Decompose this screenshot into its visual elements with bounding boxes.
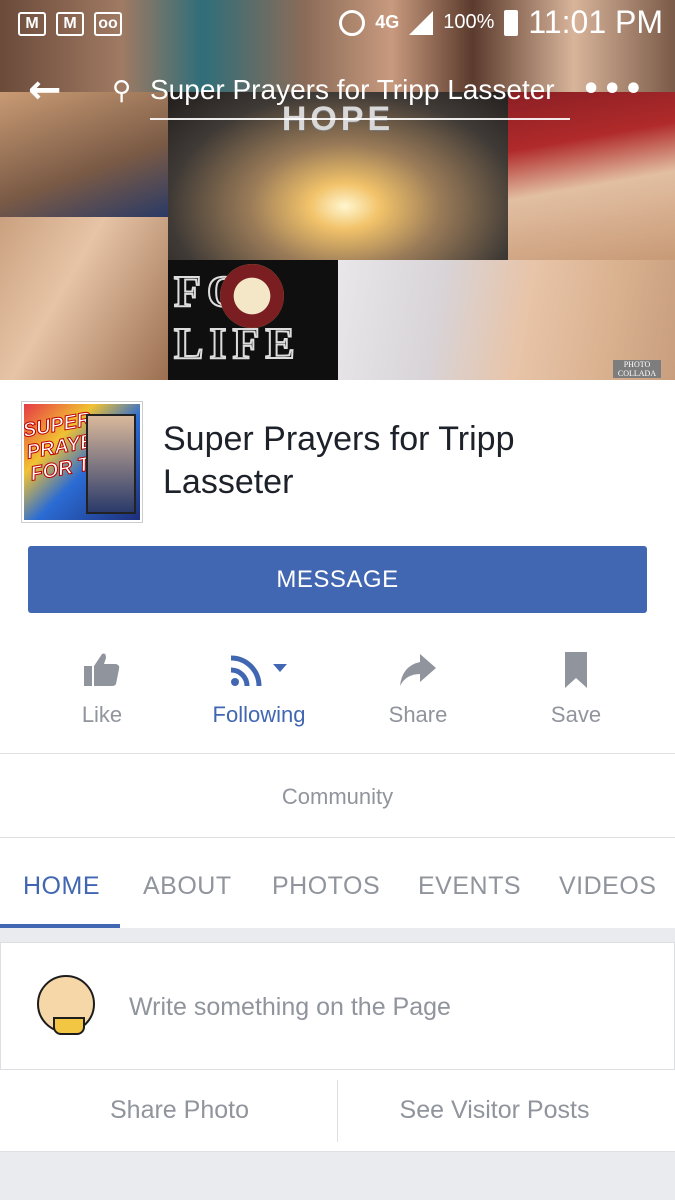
rss-following-icon [230, 655, 287, 687]
search-title[interactable]: Super Prayers for Tripp Lasseter [150, 74, 580, 106]
tab-videos[interactable]: VIDEOS [559, 872, 656, 901]
share-label: Share [388, 702, 448, 727]
gmail-icon: M [56, 12, 84, 36]
tab-home[interactable]: HOME [23, 872, 100, 901]
clock: 11:01 PM [528, 4, 663, 40]
voicemail-icon: oo [94, 12, 122, 36]
see-visitor-posts-button[interactable]: See Visitor Posts [327, 1096, 662, 1125]
battery-percent: 100% [443, 11, 495, 33]
following-label: Following [212, 702, 306, 727]
following-button[interactable]: Following [179, 640, 339, 750]
profile-picture[interactable]: SUPER PRAYERS FOR TRIPP [22, 402, 142, 522]
divider [0, 837, 675, 838]
post-composer[interactable]: Write something on the Page [0, 942, 675, 1070]
page-category: Community [281, 784, 394, 809]
battery-icon [504, 9, 519, 36]
back-arrow-icon[interactable]: ← [28, 70, 72, 112]
cover-photo[interactable]: HOPE FOR LIFE PHOTO COLLADA M M oo 4G 10… [0, 0, 675, 380]
save-button[interactable]: Save [496, 640, 656, 750]
profile-picture-photo [86, 414, 136, 514]
cover-tile-forlife: FOR LIFE [168, 260, 338, 380]
share-arrow-icon [400, 654, 436, 686]
network-indicator: 4G [375, 12, 400, 32]
message-button[interactable]: MESSAGE [28, 546, 647, 613]
page-tabs: HOME ABOUT PHOTOS EVENTS VIDEOS [0, 860, 675, 928]
top-toolbar: ← ⚲ Super Prayers for Tripp Lasseter ••• [0, 64, 675, 120]
bookmark-icon [565, 652, 587, 688]
page-title: Super Prayers for Tripp Lasseter [163, 420, 515, 501]
thumbs-up-icon [84, 653, 120, 686]
search-icon[interactable]: ⚲ [112, 76, 131, 106]
save-label: Save [550, 702, 602, 727]
like-label: Like [81, 702, 123, 727]
alarm-icon [339, 9, 366, 36]
status-bar: M M oo 4G 100% 11:01 PM [0, 0, 675, 48]
user-avatar [37, 975, 95, 1035]
more-options-icon[interactable]: ••• [581, 72, 645, 107]
gmail-icon: M [18, 12, 46, 36]
share-photo-button[interactable]: Share Photo [12, 1096, 347, 1125]
like-button[interactable]: Like [22, 640, 182, 750]
section-separator [0, 928, 675, 942]
divider [0, 753, 675, 754]
photo-collage-badge: PHOTO COLLADA [613, 360, 661, 378]
search-underline [150, 118, 570, 120]
tab-about[interactable]: ABOUT [143, 872, 232, 901]
tab-events[interactable]: EVENTS [418, 872, 521, 901]
seminole-logo-icon [220, 264, 284, 328]
tab-photos[interactable]: PHOTOS [272, 872, 380, 901]
cover-tile-smiling-boy: PHOTO COLLADA [338, 260, 675, 380]
share-button[interactable]: Share [338, 640, 498, 750]
page-actions: Like Following Share Save [0, 640, 675, 750]
cover-tile-baby [0, 217, 168, 380]
composer-actions: Share Photo See Visitor Posts [0, 1070, 675, 1152]
section-separator [0, 1152, 675, 1200]
composer-placeholder[interactable]: Write something on the Page [129, 993, 451, 1022]
signal-icon [409, 10, 434, 35]
